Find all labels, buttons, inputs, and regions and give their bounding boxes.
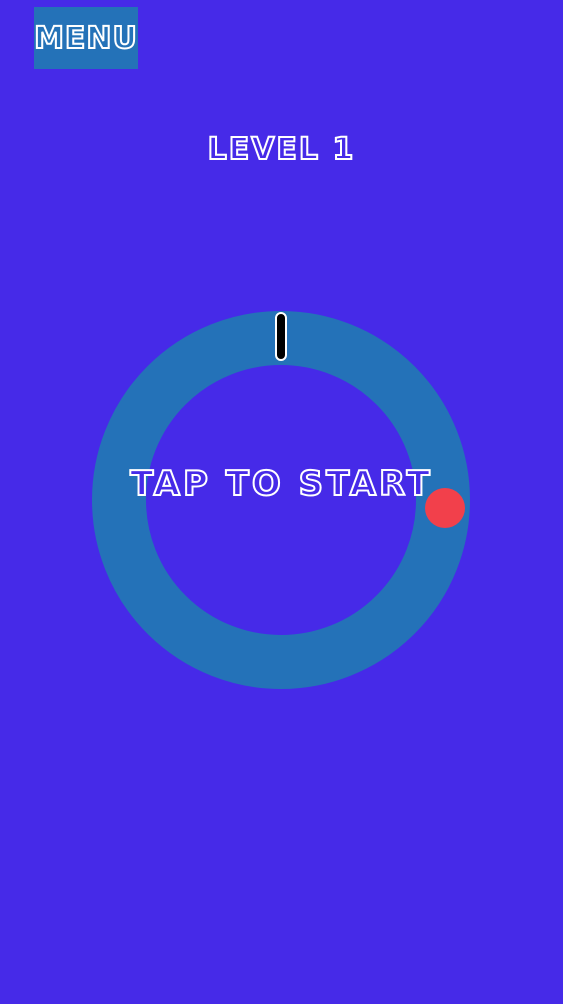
target-marker — [275, 312, 287, 361]
tap-to-start-prompt: TAP TO START — [129, 463, 433, 505]
game-area[interactable]: TAP TO START — [0, 0, 563, 1000]
